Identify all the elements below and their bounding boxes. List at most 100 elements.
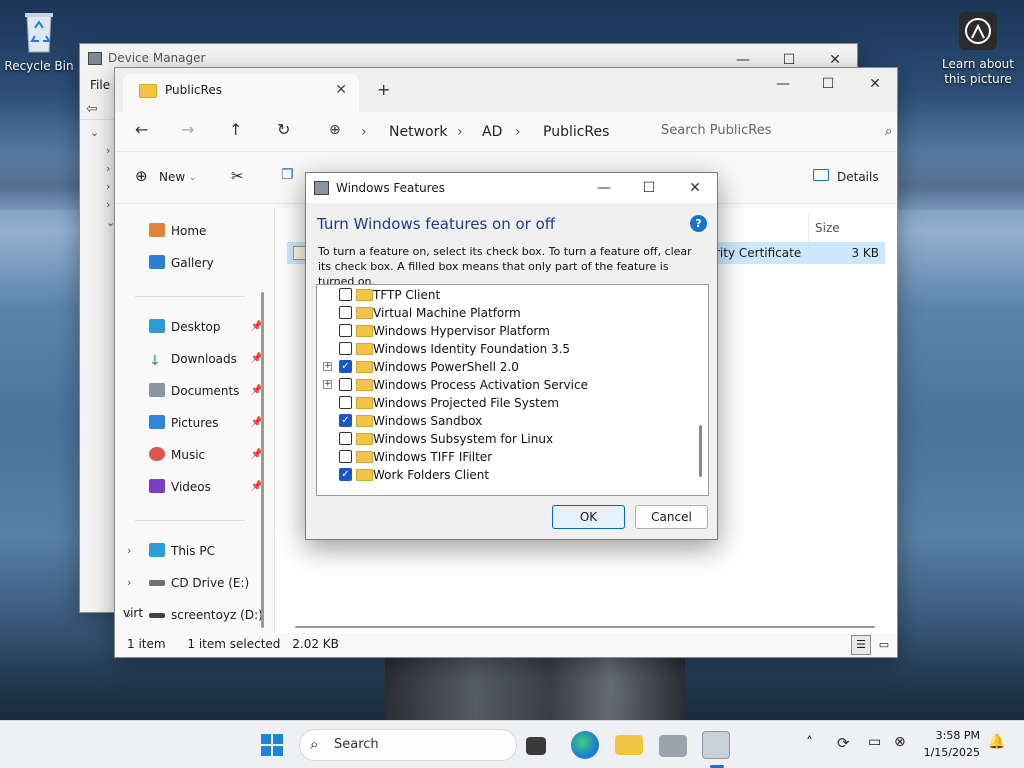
file-explorer-taskbar-icon[interactable] <box>615 735 643 755</box>
sidebar-item-this-pc[interactable]: › This PC <box>123 536 263 566</box>
breadcrumb-separator: › <box>515 124 521 140</box>
details-view-icon[interactable]: ☰ <box>851 635 871 655</box>
feature-label: Virtual Machine Platform <box>373 306 521 320</box>
sidebar-item-cd-drive[interactable]: › CD Drive (E:) virt <box>123 568 263 620</box>
sidebar-item-videos[interactable]: Videos 📌 <box>123 472 263 502</box>
help-icon[interactable]: ? <box>690 215 707 232</box>
feature-checkbox[interactable] <box>339 342 352 355</box>
windows-features-dialog[interactable]: Windows Features — ☐ ✕ Turn Windows feat… <box>305 172 718 540</box>
search-input[interactable]: Search PublicRes <box>647 116 895 148</box>
feature-checkbox[interactable]: ✓ <box>339 360 352 373</box>
feature-checkbox[interactable]: ✓ <box>339 468 352 481</box>
feature-checkbox[interactable] <box>339 396 352 409</box>
sidebar-scrollbar[interactable] <box>261 292 264 628</box>
refresh-icon[interactable]: ↻ <box>277 120 290 139</box>
sidebar-item-screentoyz[interactable]: › screentoyz (D:) <box>123 600 263 630</box>
sidebar-item-documents[interactable]: Documents 📌 <box>123 376 263 406</box>
feature-row[interactable]: TFTP Client <box>317 286 697 304</box>
close-button[interactable]: ✕ <box>672 173 718 203</box>
feature-checkbox[interactable] <box>339 432 352 445</box>
windows-features-icon <box>314 181 329 195</box>
feature-row[interactable]: Windows Identity Foundation 3.5 <box>317 340 697 358</box>
desktop-icon <box>149 319 165 333</box>
network-status-icon[interactable]: ⟳ <box>837 734 850 752</box>
sidebar-item-desktop[interactable]: Desktop 📌 <box>123 312 263 342</box>
feature-checkbox[interactable] <box>339 288 352 301</box>
cancel-button[interactable]: Cancel <box>635 505 708 529</box>
tab-publicres[interactable]: PublicRes ✕ <box>123 74 359 112</box>
chevron-right-icon[interactable]: › <box>127 600 131 630</box>
folder-icon <box>356 361 373 373</box>
copy-icon[interactable]: ❐ <box>281 167 294 183</box>
wallpaper-pier <box>385 655 685 720</box>
up-icon[interactable]: ↑ <box>229 120 242 139</box>
new-plus-icon: ⊕ <box>135 167 148 185</box>
feature-checkbox[interactable] <box>339 324 352 337</box>
chevron-right-icon[interactable]: › <box>127 536 131 566</box>
feature-row[interactable]: Windows Subsystem for Linux <box>317 430 697 448</box>
ok-button[interactable]: OK <box>552 505 625 529</box>
column-header-size[interactable]: Size <box>808 214 897 242</box>
close-tab-icon[interactable]: ✕ <box>335 82 347 98</box>
breadcrumb-ad[interactable]: AD <box>482 124 502 140</box>
feature-row[interactable]: Windows TIFF IFilter <box>317 448 697 466</box>
cut-icon[interactable]: ✂ <box>231 167 244 185</box>
features-scrollbar[interactable] <box>699 425 702 477</box>
recycle-bin-desktop-icon[interactable]: Recycle Bin <box>0 10 81 73</box>
expand-icon[interactable]: + <box>323 362 332 371</box>
learn-about-picture-desktop-icon[interactable]: Learn about this picture <box>933 12 1023 87</box>
feature-row[interactable]: + ✓ Windows PowerShell 2.0 <box>317 358 697 376</box>
feature-row[interactable]: Virtual Machine Platform <box>317 304 697 322</box>
minimize-button[interactable]: — <box>581 173 627 203</box>
feature-checkbox[interactable] <box>339 450 352 463</box>
file-size: 3 KB <box>851 246 879 260</box>
minimize-button[interactable]: — <box>760 68 806 100</box>
feature-row[interactable]: ✓ Work Folders Client <box>317 466 697 484</box>
maximize-button[interactable]: ☐ <box>626 173 672 203</box>
new-tab-button[interactable]: + <box>377 80 390 99</box>
sidebar-item-label: Gallery <box>171 256 214 270</box>
feature-row[interactable]: Windows Projected File System <box>317 394 697 412</box>
volume-icon[interactable]: ⊗ <box>894 734 906 750</box>
maximize-button[interactable]: ☐ <box>805 68 851 100</box>
breadcrumb-network[interactable]: Network <box>389 124 447 140</box>
horizontal-scrollbar[interactable] <box>295 626 875 628</box>
sidebar-item-label: Downloads <box>171 352 237 366</box>
feature-row[interactable]: ✓ Windows Sandbox <box>317 412 697 430</box>
feature-checkbox[interactable] <box>339 306 352 319</box>
sidebar-divider <box>135 520 245 521</box>
dialog-description: To turn a feature on, select its check b… <box>318 245 692 288</box>
display-icon[interactable]: ▭ <box>868 734 881 750</box>
sidebar-item-home[interactable]: Home <box>123 216 263 246</box>
feature-row[interactable]: + Windows Process Activation Service <box>317 376 697 394</box>
windows-features-taskbar-icon[interactable] <box>702 731 730 759</box>
details-button[interactable]: Details <box>837 170 879 184</box>
sidebar-item-downloads[interactable]: ↓ Downloads 📌 <box>123 344 263 374</box>
feature-checkbox[interactable]: ✓ <box>339 414 352 427</box>
feature-checkbox[interactable] <box>339 378 352 391</box>
new-button[interactable]: New <box>159 170 185 184</box>
sidebar-item-music[interactable]: Music 📌 <box>123 440 263 470</box>
breadcrumb-publicres[interactable]: PublicRes <box>543 124 609 140</box>
sidebar-item-gallery[interactable]: Gallery <box>123 248 263 278</box>
task-view-icon[interactable] <box>526 737 546 755</box>
start-button[interactable] <box>258 731 286 759</box>
taskbar-clock[interactable]: 3:58 PM 1/15/2025 <box>924 727 980 761</box>
tiles-view-icon[interactable]: ▭ <box>874 635 894 655</box>
back-icon[interactable]: ← <box>135 120 148 139</box>
sidebar-item-pictures[interactable]: Pictures 📌 <box>123 408 263 438</box>
feature-row[interactable]: Windows Hypervisor Platform <box>317 322 697 340</box>
device-manager-taskbar-icon[interactable] <box>659 735 687 757</box>
forward-icon[interactable]: → <box>181 120 194 139</box>
expand-icon[interactable]: + <box>323 380 332 389</box>
close-button[interactable]: ✕ <box>852 68 898 100</box>
back-arrow-icon[interactable]: ⇦ <box>86 101 98 117</box>
folder-icon <box>356 469 373 481</box>
chevron-right-icon[interactable]: › <box>127 568 131 598</box>
chevron-up-icon[interactable]: ˄ <box>806 735 813 751</box>
taskbar-search[interactable]: ⌕ Search <box>299 729 517 761</box>
drive-icon <box>149 580 165 586</box>
edge-icon[interactable] <box>571 731 599 759</box>
notification-bell-icon[interactable]: 🔔 <box>988 734 1005 750</box>
sidebar-item-label: screentoyz (D:) <box>171 608 263 622</box>
